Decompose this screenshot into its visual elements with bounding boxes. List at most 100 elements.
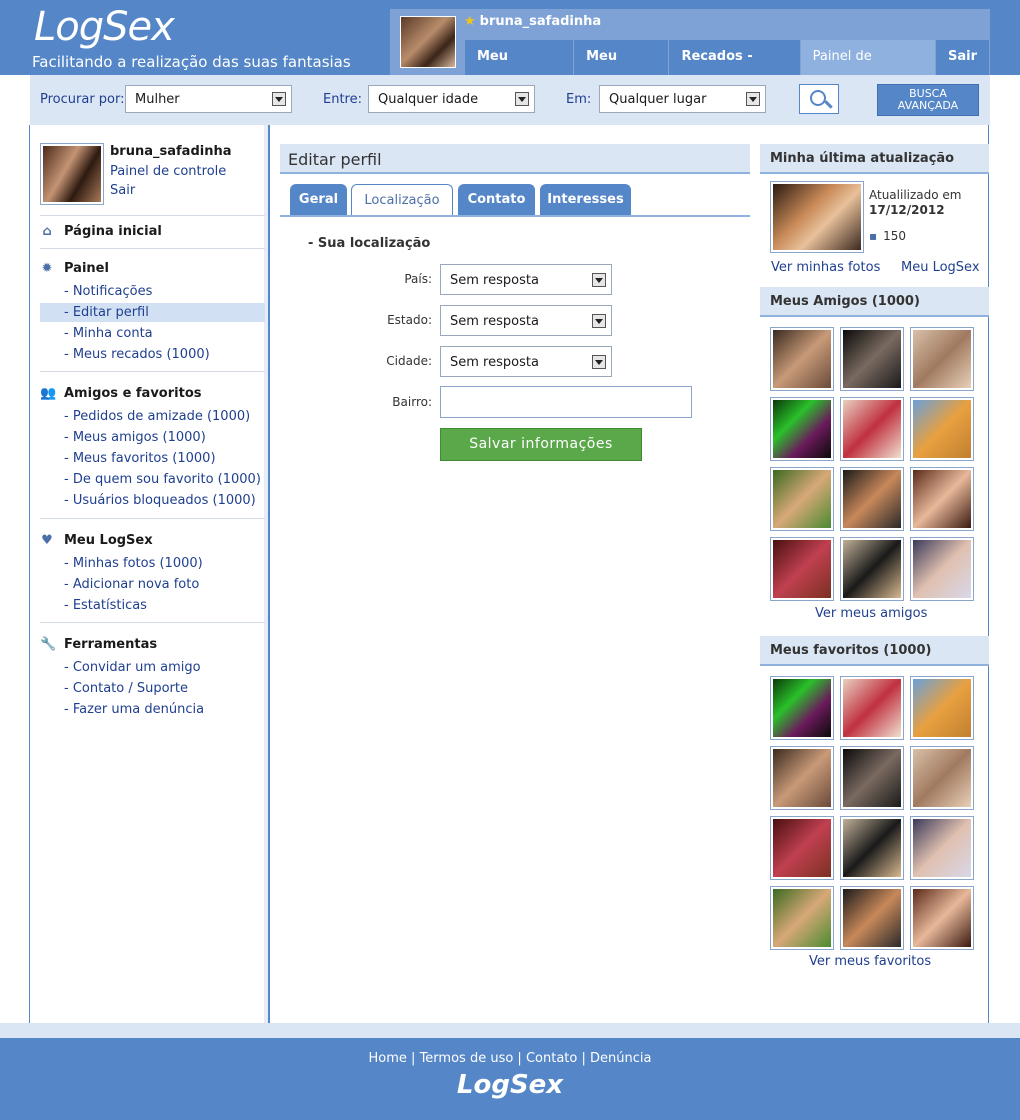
photo-thumbnail[interactable] bbox=[770, 886, 834, 950]
sidebar-item-de-quem-sou-favorito[interactable]: - De quem sou favorito (1000) bbox=[64, 472, 261, 487]
nav-painel-de-controle[interactable]: Painel de controle bbox=[800, 40, 936, 97]
photo-thumbnail[interactable] bbox=[910, 886, 974, 950]
photo-thumbnail[interactable] bbox=[910, 676, 974, 740]
sidebar-item-denuncia[interactable]: - Fazer uma denúncia bbox=[64, 702, 204, 717]
photo-thumbnail[interactable] bbox=[910, 397, 974, 461]
nav-meu-perfil[interactable]: Meu perfil bbox=[574, 40, 670, 97]
link-ver-meus-favoritos[interactable]: Ver meus favoritos bbox=[809, 954, 931, 969]
photo-thumbnail[interactable] bbox=[770, 816, 834, 880]
photo-thumbnail[interactable] bbox=[770, 676, 834, 740]
comment-icon: ▪ bbox=[869, 229, 878, 243]
star-icon: ★ bbox=[464, 14, 476, 29]
cidade-label: Cidade: bbox=[386, 354, 432, 368]
photo-thumbnail[interactable] bbox=[770, 746, 834, 810]
advanced-search-button[interactable]: BUSCA AVANÇADA bbox=[877, 84, 979, 116]
tab-contato[interactable]: Contato bbox=[458, 184, 535, 216]
entre-select[interactable]: Qualquer idade bbox=[368, 85, 535, 113]
heart-icon: ♥ bbox=[41, 533, 53, 548]
chevron-down-icon bbox=[272, 92, 286, 106]
header: LogSex Facilitando a realização das suas… bbox=[0, 0, 1020, 97]
photo-thumbnail[interactable] bbox=[770, 537, 834, 601]
sidebar-item-minhas-fotos[interactable]: - Minhas fotos (1000) bbox=[64, 556, 203, 571]
sidebar-item-meus-recados[interactable]: - Meus recados (1000) bbox=[64, 347, 210, 362]
photo-thumbnail[interactable] bbox=[840, 537, 904, 601]
tab-interesses[interactable]: Interesses bbox=[540, 184, 631, 216]
photo-thumbnail[interactable] bbox=[910, 746, 974, 810]
photo-thumbnail[interactable] bbox=[910, 816, 974, 880]
chevron-down-icon bbox=[592, 355, 606, 369]
footer-link-denuncia[interactable]: Denúncia bbox=[590, 1051, 651, 1066]
user-name-header[interactable]: ★ bruna_safadinha bbox=[464, 14, 601, 29]
pais-label: País: bbox=[404, 272, 432, 286]
photo-thumbnail[interactable] bbox=[910, 327, 974, 391]
procurar-label: Procurar por: bbox=[40, 92, 125, 107]
sidebar-item-adicionar-foto[interactable]: - Adicionar nova foto bbox=[64, 577, 199, 592]
bairro-input[interactable] bbox=[440, 386, 692, 418]
page-title-bar: Editar perfil bbox=[280, 144, 750, 174]
link-ver-meus-amigos[interactable]: Ver meus amigos bbox=[815, 606, 927, 621]
tab-localizacao[interactable]: Localização bbox=[351, 184, 453, 216]
sidebar-item-pedidos[interactable]: - Pedidos de amizade (1000) bbox=[64, 409, 250, 424]
photo-thumbnail[interactable] bbox=[910, 467, 974, 531]
sidebar-section-meu-logsex: ♥ Meu LogSex bbox=[41, 533, 153, 548]
footer-link-termos[interactable]: Termos de uso bbox=[420, 1051, 514, 1066]
sidebar-section-painel: ✹ Painel bbox=[41, 261, 109, 276]
pais-select[interactable]: Sem resposta bbox=[440, 264, 612, 295]
column-divider bbox=[268, 125, 270, 1023]
sidebar-item-convidar[interactable]: - Convidar um amigo bbox=[64, 660, 201, 675]
photo-thumbnail[interactable] bbox=[840, 327, 904, 391]
photo-thumbnail[interactable] bbox=[840, 816, 904, 880]
sidebar-item-estatisticas[interactable]: - Estatísticas bbox=[64, 598, 147, 613]
updated-label: Atualilizado em bbox=[869, 188, 962, 202]
sidebar-link-sair[interactable]: Sair bbox=[110, 183, 135, 198]
gear-icon: ✹ bbox=[41, 261, 53, 276]
photo-thumbnail[interactable] bbox=[840, 676, 904, 740]
photo-thumbnail[interactable] bbox=[910, 537, 974, 601]
sidebar-item-minha-conta[interactable]: - Minha conta bbox=[64, 326, 153, 341]
photo-thumbnail[interactable] bbox=[770, 327, 834, 391]
em-select[interactable]: Qualquer lugar bbox=[599, 85, 766, 113]
chevron-down-icon bbox=[592, 273, 606, 287]
sidebar-avatar[interactable] bbox=[40, 143, 104, 205]
sidebar-section-amigos: 👥 Amigos e favoritos bbox=[40, 386, 202, 401]
sidebar-item-notificacoes[interactable]: - Notificações bbox=[64, 284, 152, 299]
tab-geral[interactable]: Geral bbox=[290, 184, 347, 216]
footer-link-home[interactable]: Home bbox=[369, 1051, 407, 1066]
footer-link-contato[interactable]: Contato bbox=[526, 1051, 577, 1066]
search-button[interactable] bbox=[799, 84, 839, 114]
save-button[interactable]: Salvar informações bbox=[440, 428, 642, 461]
photo-thumbnail[interactable] bbox=[840, 467, 904, 531]
nav-recados[interactable]: Recados - 1000 bbox=[669, 40, 801, 97]
sidebar-item-usuarios-bloqueados[interactable]: - Usuários bloqueados (1000) bbox=[64, 493, 256, 508]
link-meu-logsex[interactable]: Meu LogSex bbox=[901, 260, 980, 275]
photo-thumbnail[interactable] bbox=[840, 397, 904, 461]
chevron-down-icon bbox=[746, 92, 760, 106]
footer-logo[interactable]: LogSex bbox=[0, 1070, 1020, 1100]
sidebar-item-meus-favoritos[interactable]: - Meus favoritos (1000) bbox=[64, 451, 216, 466]
footer: Home | Termos de uso | Contato | Denúnci… bbox=[0, 1038, 1020, 1120]
user-avatar[interactable] bbox=[400, 16, 456, 68]
sidebar-item-contato-suporte[interactable]: - Contato / Suporte bbox=[64, 681, 188, 696]
page-title: Editar perfil bbox=[288, 150, 382, 169]
link-ver-minhas-fotos[interactable]: Ver minhas fotos bbox=[771, 260, 880, 275]
last-update-photo[interactable] bbox=[770, 181, 864, 253]
photo-thumbnail[interactable] bbox=[840, 886, 904, 950]
sidebar-item-meus-amigos[interactable]: - Meus amigos (1000) bbox=[64, 430, 206, 445]
photo-thumbnail[interactable] bbox=[770, 397, 834, 461]
favorites-header: Meus favoritos (1000) bbox=[760, 636, 989, 666]
comment-count[interactable]: ▪ 150 bbox=[869, 229, 906, 243]
procurar-select[interactable]: Mulher bbox=[125, 85, 292, 113]
sidebar-item-editar-perfil[interactable]: - Editar perfil bbox=[40, 303, 265, 322]
nav-sair[interactable]: Sair bbox=[935, 40, 990, 75]
photo-thumbnail[interactable] bbox=[840, 746, 904, 810]
nav-meu-logsex[interactable]: Meu LogSex bbox=[465, 40, 575, 97]
sidebar-link-painel[interactable]: Painel de controle bbox=[110, 164, 226, 179]
estado-select[interactable]: Sem resposta bbox=[440, 305, 612, 336]
user-box: ★bruna_safadinha Meu LogSex Meu perfil R… bbox=[390, 9, 990, 97]
site-logo[interactable]: LogSex bbox=[34, 4, 175, 50]
cidade-select[interactable]: Sem resposta bbox=[440, 346, 612, 377]
em-label: Em: bbox=[566, 92, 592, 107]
sidebar-item-home[interactable]: ⌂ Página inicial bbox=[40, 224, 161, 239]
search-icon bbox=[810, 90, 826, 106]
photo-thumbnail[interactable] bbox=[770, 467, 834, 531]
